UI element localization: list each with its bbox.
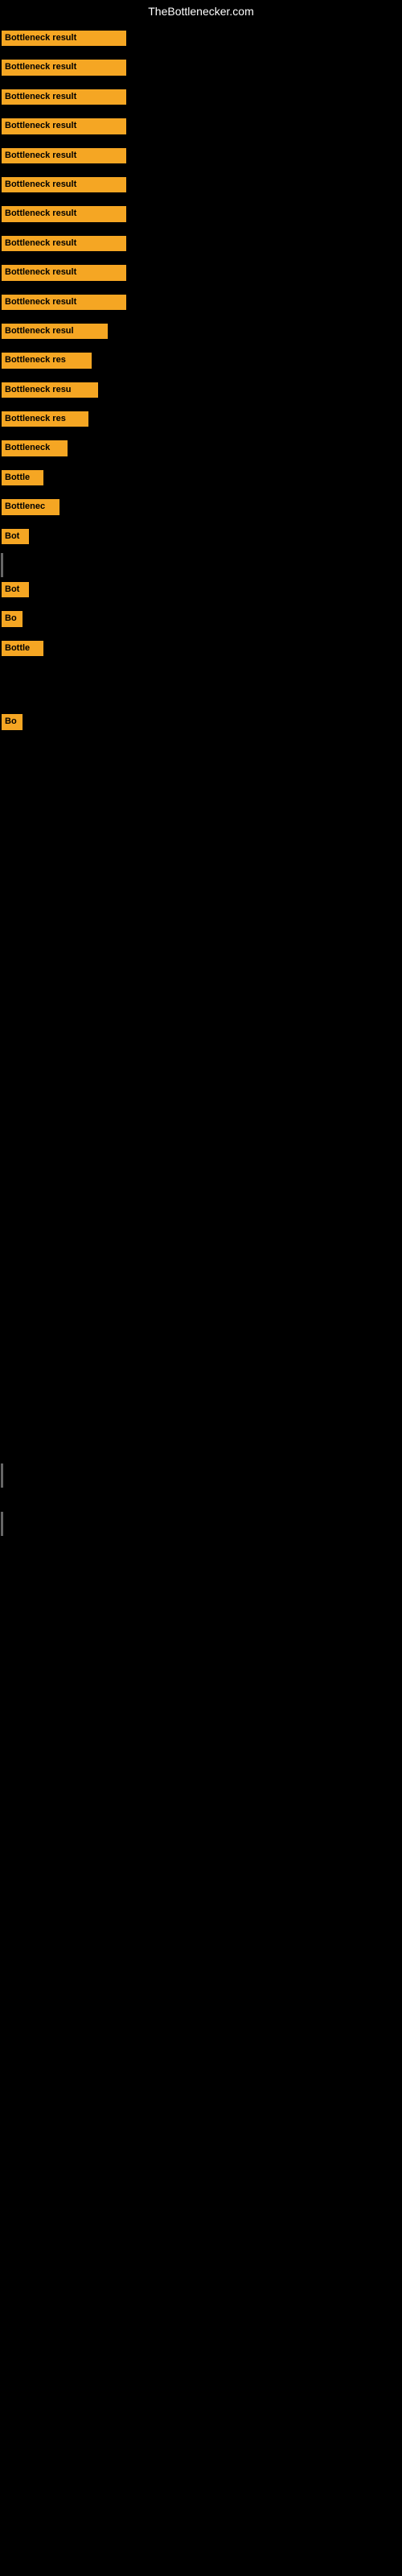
row-5: Bottleneck result [0, 143, 402, 172]
bottleneck-bar-16: Bottle [2, 470, 43, 485]
spacer-3 [0, 980, 402, 1222]
bottleneck-bar-13: Bottleneck resu [2, 382, 98, 398]
bottleneck-bar-11: Bottleneck resul [2, 324, 108, 339]
bottleneck-bar-22: Bottle [2, 641, 43, 656]
row-11: Bottleneck resul [0, 319, 402, 348]
site-title-text: TheBottlenecker.com [148, 5, 254, 18]
row-2: Bottleneck result [0, 55, 402, 84]
spacer-6 [0, 1536, 402, 1616]
bottleneck-bar-6: Bottleneck result [2, 177, 126, 192]
row-12: Bottleneck res [0, 348, 402, 377]
row-8: Bottleneck result [0, 231, 402, 260]
bottleneck-bar-15: Bottleneck [2, 440, 68, 456]
site-title-bar: TheBottlenecker.com [0, 0, 402, 23]
bottom-line-row-2 [0, 1512, 402, 1536]
row-14: Bottleneck res [0, 407, 402, 436]
bottleneck-bar-17: Bottlenec [2, 499, 59, 514]
bottleneck-bar-3: Bottleneck result [2, 89, 126, 105]
bottom-line-row-1 [0, 1463, 402, 1488]
vertical-line-1 [1, 553, 3, 577]
bottleneck-bar-8: Bottleneck result [2, 236, 126, 251]
vertical-line-3 [1, 1512, 3, 1536]
row-21: Bo [0, 606, 402, 635]
bottleneck-bar-7: Bottleneck result [2, 206, 126, 221]
row-20: Bot [0, 577, 402, 606]
bottleneck-bar-5: Bottleneck result [2, 148, 126, 163]
bottleneck-bar-20: Bot [2, 582, 29, 597]
bottleneck-bar-2: Bottleneck result [2, 60, 126, 75]
vertical-line-2 [1, 1463, 3, 1488]
bottleneck-bar-21: Bo [2, 611, 23, 626]
row-9: Bottleneck result [0, 260, 402, 289]
bottleneck-bar-1: Bottleneck result [2, 31, 126, 46]
row-13: Bottleneck resu [0, 378, 402, 407]
spacer-4 [0, 1222, 402, 1463]
bottleneck-bar-14: Bottleneck res [2, 411, 88, 427]
row-7: Bottleneck result [0, 201, 402, 230]
bottleneck-bar-23: Bo [2, 714, 23, 729]
bottleneck-bar-12: Bottleneck res [2, 353, 92, 368]
row-19 [0, 553, 402, 577]
spacer-2 [0, 739, 402, 980]
row-6: Bottleneck result [0, 172, 402, 201]
bottleneck-bar-9: Bottleneck result [2, 265, 126, 280]
spacer-5 [0, 1488, 402, 1512]
row-1: Bottleneck result [0, 26, 402, 55]
row-3: Bottleneck result [0, 85, 402, 114]
row-23: Bo [0, 709, 402, 738]
bottleneck-bar-18: Bot [2, 529, 29, 544]
row-16: Bottle [0, 465, 402, 494]
bottleneck-bar-10: Bottleneck result [2, 295, 126, 310]
row-10: Bottleneck result [0, 290, 402, 319]
row-15: Bottleneck [0, 436, 402, 464]
row-22: Bottle [0, 636, 402, 665]
row-18: Bot [0, 524, 402, 553]
row-4: Bottleneck result [0, 114, 402, 142]
bottleneck-bar-4: Bottleneck result [2, 118, 126, 134]
page-wrapper: TheBottlenecker.com Bottleneck result Bo… [0, 0, 402, 1616]
row-17: Bottlenec [0, 494, 402, 523]
spacer-1 [0, 665, 402, 709]
